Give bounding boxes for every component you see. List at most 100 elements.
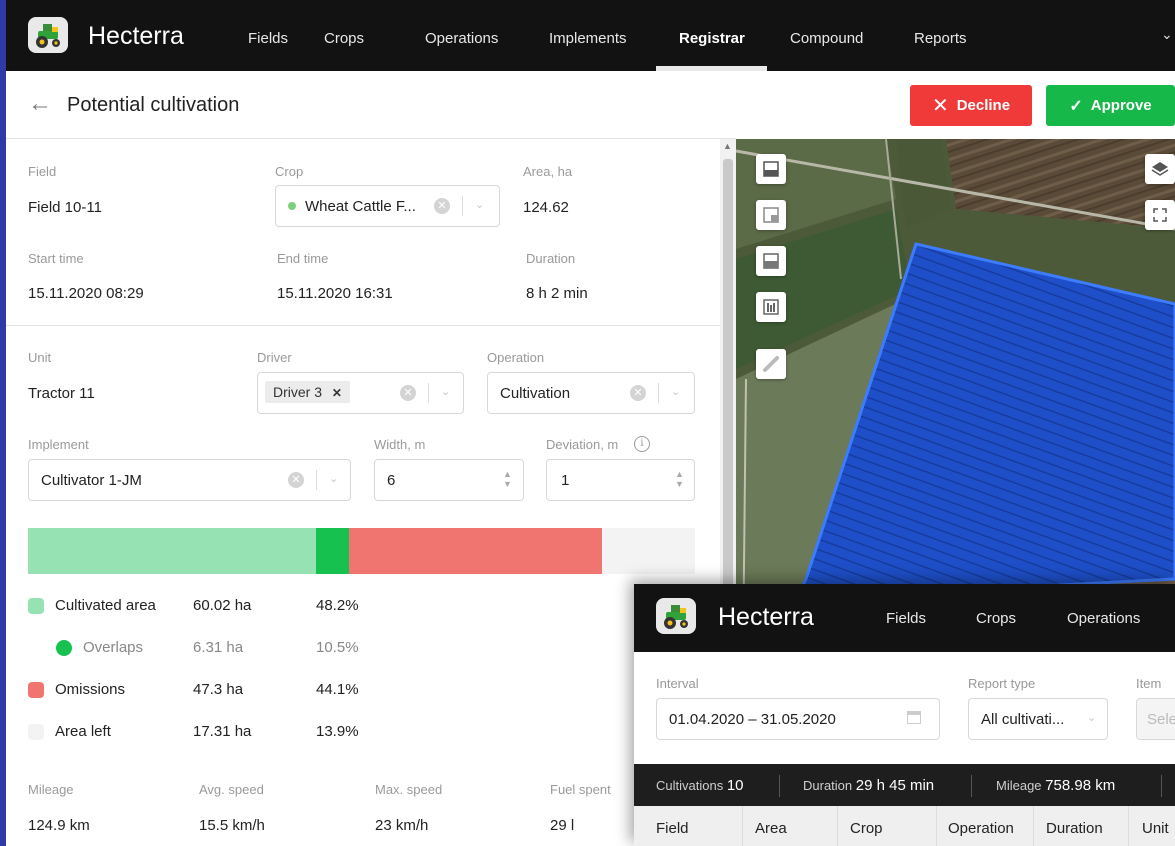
start-time-label: Start time [28, 251, 84, 266]
legend-value-omissions: 47.3 ha [193, 681, 244, 698]
nav-registrar[interactable]: Registrar [679, 30, 745, 47]
max-speed-value: 23 km/h [375, 817, 429, 834]
interval-picker[interactable]: 01.04.2020 – 31.05.2020 [656, 698, 940, 740]
close-icon: ✕ [931, 95, 949, 117]
interval-value: 01.04.2020 – 31.05.2020 [669, 711, 836, 728]
chevron-down-icon[interactable]: ⌄ [1161, 26, 1173, 43]
map-layer-dark-icon[interactable] [756, 154, 786, 184]
stat-duration-value: 29 h 45 min [855, 777, 935, 794]
map-layer-fill-icon[interactable] [756, 246, 786, 276]
calendar-icon[interactable] [907, 711, 921, 724]
report-stats-bar: Cultivations 10 Duration 29 h 45 min Mil… [634, 764, 1175, 806]
column-duration[interactable]: Duration [1046, 820, 1103, 837]
implement-select[interactable]: Cultivator 1-JM ✕ ⌄ [28, 459, 351, 501]
back-arrow-icon[interactable]: ← [28, 90, 52, 118]
clear-icon[interactable]: ✕ [400, 385, 416, 401]
legend-value-cultivated: 60.02 ha [193, 597, 252, 614]
overlay-nav-crops[interactable]: Crops [976, 610, 1016, 627]
info-icon[interactable]: i [634, 436, 650, 452]
remove-tag-icon[interactable]: ✕ [332, 386, 342, 400]
chevron-down-icon[interactable]: ⌄ [1087, 711, 1096, 724]
legend-swatch-overlaps [56, 640, 72, 656]
chevron-down-icon[interactable]: ⌄ [441, 385, 450, 398]
implement-label: Implement [28, 437, 89, 452]
column-area[interactable]: Area [755, 820, 787, 837]
coverage-segment-omissions [349, 528, 602, 574]
item-select[interactable]: Sele [1136, 698, 1175, 740]
column-unit[interactable]: Unit [1142, 820, 1169, 837]
duration-value: 8 h 2 min [526, 285, 588, 302]
operation-select-value: Cultivation [500, 385, 571, 402]
clear-icon[interactable]: ✕ [434, 198, 450, 214]
driver-select[interactable]: Driver 3 ✕ ✕ ⌄ [257, 372, 464, 414]
report-type-label: Report type [968, 676, 1036, 691]
ruler-icon[interactable] [756, 349, 786, 379]
column-crop[interactable]: Crop [850, 820, 883, 837]
column-operation[interactable]: Operation [948, 820, 1014, 837]
width-input-value: 6 [387, 472, 396, 489]
legend-label-area-left: Area left [55, 723, 111, 740]
end-time-label: End time [277, 251, 329, 266]
crop-select[interactable]: Wheat Cattle F... ✕ ⌄ [275, 185, 500, 227]
decline-button[interactable]: ✕ Decline [910, 85, 1032, 126]
check-icon: ✓ [1069, 97, 1083, 115]
overlay-nav-fields[interactable]: Fields [886, 610, 926, 627]
nav-compound[interactable]: Compound [790, 30, 863, 47]
area-label: Area, ha [523, 164, 573, 179]
deviation-input[interactable]: 1 ▲ ▼ [546, 459, 695, 501]
layers-icon[interactable] [1145, 154, 1175, 184]
legend-percent-area-left: 13.9% [316, 723, 359, 740]
approve-button[interactable]: ✓ Approve [1046, 85, 1175, 126]
approve-label: Approve [1090, 97, 1152, 114]
active-tab-indicator [656, 66, 767, 71]
start-time-value: 15.11.2020 08:29 [28, 285, 144, 302]
stepper-icon[interactable]: ▲ ▼ [503, 469, 512, 489]
implement-select-value: Cultivator 1-JM [41, 472, 142, 489]
scroll-thumb[interactable] [723, 159, 733, 599]
clear-icon[interactable]: ✕ [288, 472, 304, 488]
chevron-down-icon[interactable]: ⌄ [671, 385, 680, 398]
select-separator [428, 383, 429, 403]
nav-reports[interactable]: Reports [914, 30, 967, 47]
nav-operations[interactable]: Operations [425, 30, 498, 47]
operation-select[interactable]: Cultivation ✕ ⌄ [487, 372, 695, 414]
max-speed-label: Max. speed [375, 782, 443, 797]
width-input[interactable]: 6 ▲ ▼ [374, 459, 524, 501]
decline-label: Decline [956, 97, 1011, 114]
avg-speed-label: Avg. speed [199, 782, 264, 797]
clear-icon[interactable]: ✕ [630, 385, 646, 401]
stat-duration-label: Duration [803, 778, 853, 793]
nav-implements[interactable]: Implements [549, 30, 627, 47]
operation-label: Operation [487, 350, 545, 365]
report-type-select[interactable]: All cultivati... ⌄ [968, 698, 1108, 740]
overlay-nav-operations[interactable]: Operations [1067, 610, 1140, 627]
column-field[interactable]: Field [656, 820, 689, 837]
column-separator [1033, 806, 1034, 846]
coverage-segment-area-left [602, 528, 694, 574]
column-separator [837, 806, 838, 846]
deviation-input-value: 1 [561, 472, 570, 489]
chevron-down-icon[interactable]: ⌄ [329, 472, 338, 485]
fuel-value: 29 l [550, 817, 575, 834]
stepper-icon[interactable]: ▲ ▼ [675, 469, 684, 489]
legend-label-overlaps: Overlaps [83, 639, 144, 656]
tractor-logo-icon[interactable] [656, 598, 696, 634]
legend-value-overlaps: 6.31 ha [193, 639, 244, 656]
chevron-down-icon[interactable]: ⌄ [475, 198, 484, 211]
app-name: Hecterra [718, 603, 814, 631]
legend-swatch-area-left [28, 724, 44, 740]
legend-value-area-left: 17.31 ha [193, 723, 252, 740]
map-layer-light-icon[interactable] [756, 200, 786, 230]
map-chart-icon[interactable] [756, 292, 786, 322]
legend-label-cultivated: Cultivated area [55, 597, 156, 614]
nav-crops[interactable]: Crops [324, 30, 364, 47]
app-frame: Hecterra Fields Crops Operations Impleme… [6, 0, 1175, 846]
fullscreen-icon[interactable] [1145, 200, 1175, 230]
select-separator [462, 196, 463, 216]
driver-tag[interactable]: Driver 3 ✕ [265, 381, 350, 403]
scroll-up-icon[interactable]: ▲ [723, 141, 732, 151]
tractor-logo-icon[interactable] [28, 17, 68, 53]
section-divider [6, 325, 720, 326]
nav-fields[interactable]: Fields [248, 30, 288, 47]
stat-mileage-label: Mileage [996, 778, 1042, 793]
